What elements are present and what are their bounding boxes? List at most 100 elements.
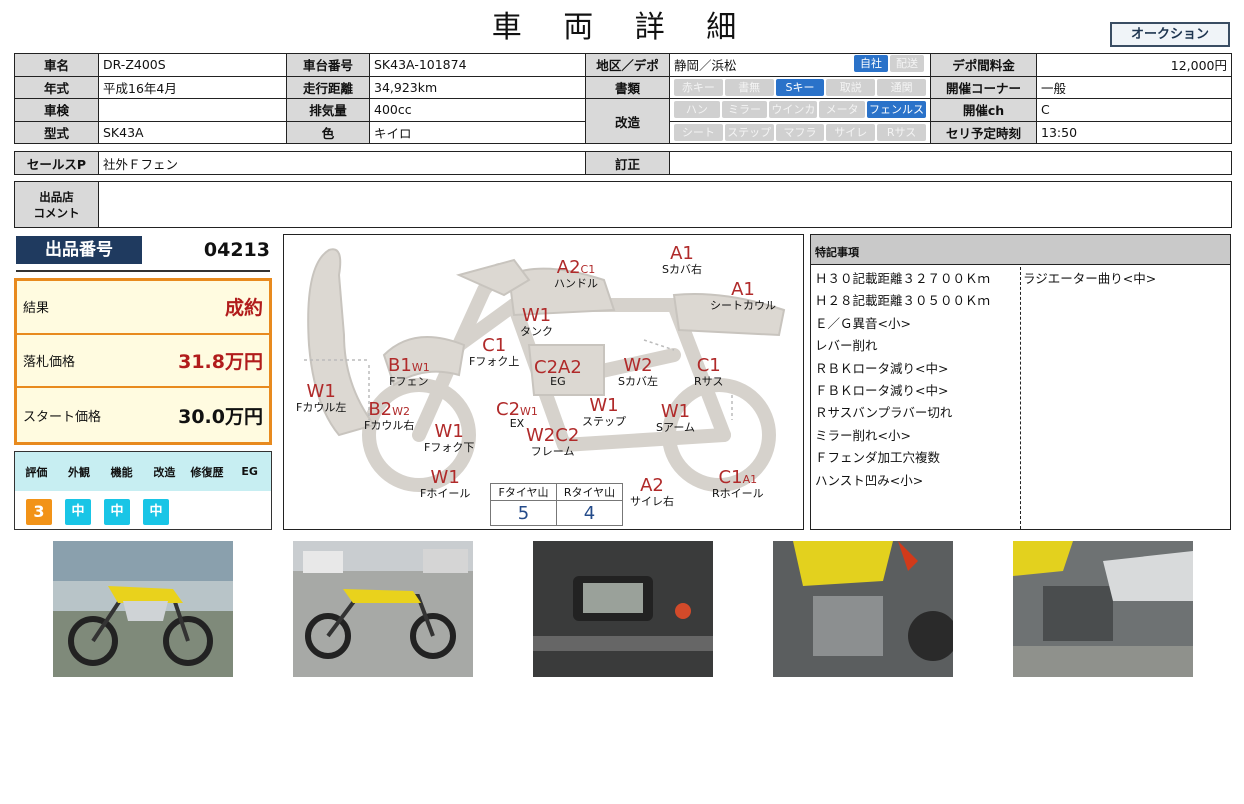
grade-header-mod: 改造 — [153, 465, 176, 479]
grade-header-exterior: 外観 — [68, 465, 90, 479]
depot-tag-own: 自社 — [854, 55, 888, 73]
special-note: Ｆフェンダ加工穴複数 — [815, 450, 941, 466]
docs-label: 書類 — [585, 75, 670, 99]
comment-value — [98, 181, 1232, 228]
damage-f-cowl-l: W1 Fカウル左 — [296, 381, 347, 414]
docs-tag-red-key: 赤キー — [674, 78, 723, 96]
mod-label: 改造 — [585, 98, 670, 144]
start-price-row: スタート価格 30.0万円 — [17, 388, 269, 442]
result-label: 結果 — [23, 301, 50, 317]
grade-header-rating: 評価 — [25, 465, 48, 479]
photo-thumbnail-meter[interactable] — [533, 541, 713, 677]
price-box: 結果 成約 落札価格 31.8万円 スタート価格 30.0万円 — [14, 278, 272, 445]
special-notes: 特記事項 Ｈ３０記載距離３２７００Ｋｍ Ｈ２８記載距離３０５００Ｋｍ Ｅ／Ｇ異音… — [810, 234, 1231, 530]
rear-tire-value: 4 — [556, 500, 623, 526]
damage-handle: A2C1 ハンドル — [554, 257, 598, 290]
displacement-label: 排気量 — [286, 98, 370, 122]
photo-thumbnail-engine-right[interactable] — [1013, 541, 1193, 677]
special-note: Ｅ／Ｇ異音<小> — [815, 315, 911, 331]
grade-header-repair: 修復歴 — [190, 465, 224, 479]
mod-tag-winker: ウインカ — [769, 101, 818, 119]
damage-f-fork-down: W1 Fフォク下 — [424, 421, 475, 454]
frame-number: SK43A-101874 — [369, 53, 586, 77]
frame-label: 車台番号 — [286, 53, 370, 77]
mod-tag-seat: シート — [674, 123, 723, 141]
special-note: Ｈ２８記載距離３０５００Ｋｍ — [815, 293, 991, 309]
photo-thumbnail-side-view[interactable] — [53, 541, 233, 677]
damage-step: W1 ステップ — [582, 395, 626, 428]
mod-tags-row2: シート ステップ マフラ サイレ Rサス — [669, 120, 931, 144]
mod-tag-handle: ハン — [674, 101, 720, 119]
depot-tag-delivery: 配送 — [890, 55, 924, 73]
damage-f-wheel: W1 Fホイール — [420, 467, 471, 500]
damage-s-cover-l: W2 Sカバ左 — [618, 355, 658, 388]
time-label: セリ予定時刻 — [930, 120, 1037, 144]
mod-tag-mirror: ミラー — [721, 101, 768, 119]
inspection-label: 車検 — [14, 98, 99, 122]
correction-value — [669, 151, 1232, 175]
year-value: 平成16年4月 — [98, 75, 287, 99]
mod-tags-row1: ハン ミラー ウインカ メータ フェンルス — [669, 98, 931, 122]
seller-comment-table: 出品店 コメント — [14, 181, 1232, 228]
special-note: Ｒサスバンプラバー切れ — [815, 405, 953, 421]
grade-exterior: 中 — [65, 499, 91, 525]
channel-value: C — [1036, 98, 1232, 122]
model-label: 型式 — [14, 120, 99, 144]
damage-frame: W2C2 フレーム — [526, 425, 580, 458]
docs-tag-no-docs: 書無 — [724, 78, 774, 96]
grade-header-function: 機能 — [110, 465, 133, 479]
model-value: SK43A — [98, 120, 287, 144]
correction-label: 訂正 — [585, 151, 670, 175]
damage-f-fork-up: C1 Fフォク上 — [469, 335, 520, 368]
damage-seat-cowl: A1 シートカウル — [710, 279, 776, 312]
region-label: 地区／デポ — [585, 53, 670, 77]
auction-button[interactable]: オークション — [1110, 22, 1230, 47]
grade-headers: 評価 外観 機能 改造 修復歴 EG — [15, 452, 271, 491]
special-notes-left: Ｈ３０記載距離３２７００Ｋｍ Ｈ２８記載距離３０５００Ｋｍ Ｅ／Ｇ異音<小> レ… — [815, 268, 1020, 492]
mod-tag-silencer: サイレ — [826, 123, 876, 141]
grade-mod: 中 — [143, 499, 169, 525]
damage-r-wheel: C1A1 Rホイール — [712, 467, 764, 500]
front-tire-label: Fタイヤ山 — [490, 483, 557, 501]
start-price-value: 30.0万円 — [178, 405, 263, 428]
docs-tag-s-key: Sキー — [775, 78, 825, 96]
result-value: 成約 — [224, 297, 263, 320]
lot-divider — [16, 270, 270, 272]
damage-r-sus: C1 Rサス — [694, 355, 724, 388]
sales-point-label: セールスP — [14, 151, 99, 175]
mileage-value: 34,923km — [369, 75, 586, 99]
damage-silencer-r: A2 サイレ右 — [630, 475, 674, 508]
mileage-label: 走行距離 — [286, 75, 370, 99]
rear-tire-label: Rタイヤ山 — [556, 483, 623, 501]
docs-tags: 赤キー 書無 Sキー 取説 通関 — [669, 75, 931, 99]
damage-tank: W1 タンク — [520, 305, 553, 338]
mod-tag-muffler: マフラ — [775, 123, 825, 141]
winning-price-value: 31.8万円 — [178, 351, 263, 374]
special-note: ハンスト凹み<小> — [815, 472, 924, 488]
damage-s-arm: W1 Sアーム — [656, 401, 695, 434]
color-label: 色 — [286, 120, 370, 144]
grade-header-eg: EG — [241, 465, 258, 478]
grade-rating: 3 — [26, 499, 52, 525]
damage-f-cowl-r: B2W2 Fカウル右 — [364, 399, 415, 432]
vehicle-name: DR-Z400S — [98, 53, 287, 77]
vehicle-info-table: 車名 DR-Z400S 車台番号 SK43A-101874 地区／デポ 静岡／浜… — [14, 53, 1232, 144]
mod-tag-meter: メータ — [819, 101, 866, 119]
start-price-label: スタート価格 — [23, 409, 102, 425]
special-notes-right: ラジエーター曲り<中> — [1023, 268, 1223, 290]
lot-number-label: 出品番号 — [16, 236, 142, 264]
special-notes-header: 特記事項 — [811, 235, 1230, 265]
region-value: 静岡／浜松 — [674, 58, 737, 74]
color-value: キイロ — [369, 120, 586, 144]
special-note: ＦＢＫロータ減り<中> — [815, 382, 949, 398]
sales-point-value: 社外Ｆフェン — [98, 151, 586, 175]
damage-f-fender: B1W1 Fフェン — [388, 355, 430, 388]
result-row: 結果 成約 — [17, 281, 269, 335]
photo-thumbnail-parking[interactable] — [293, 541, 473, 677]
photo-thumbnail-engine-left[interactable] — [773, 541, 953, 677]
fee-label: デポ間料金 — [930, 53, 1037, 77]
inspection-value — [98, 98, 287, 122]
special-note: ＲＢＫロータ減り<中> — [815, 360, 949, 376]
name-label: 車名 — [14, 53, 99, 77]
comment-label: 出品店 コメント — [14, 181, 99, 228]
